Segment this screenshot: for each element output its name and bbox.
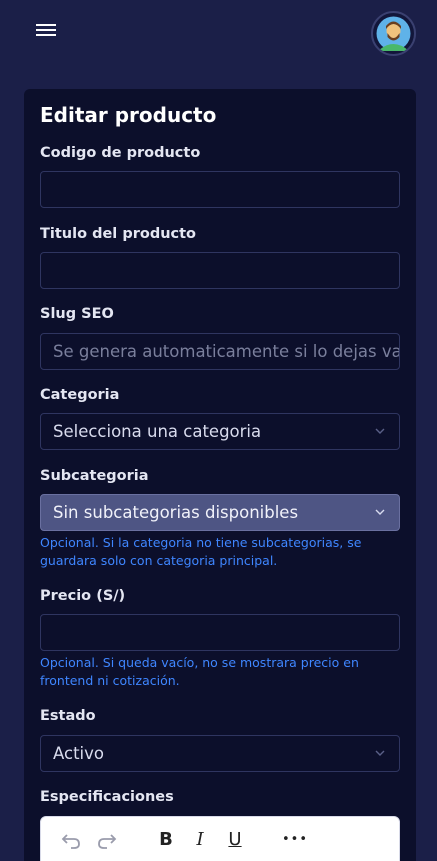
bold-button[interactable]: B xyxy=(155,829,177,851)
edit-product-card: Editar producto Codigo de producto Titul… xyxy=(24,89,416,861)
specifications-label: Especificaciones xyxy=(40,789,174,805)
hamburger-menu-icon[interactable] xyxy=(36,24,56,40)
status-label: Estado xyxy=(40,708,96,724)
price-label: Precio (S/) xyxy=(40,588,126,604)
underline-button[interactable]: U xyxy=(224,829,246,851)
page-title: Editar producto xyxy=(40,103,217,127)
subcategory-label: Subcategoria xyxy=(40,468,149,484)
specifications-editor[interactable]: B I U ••• xyxy=(40,816,400,861)
subcategory-help-text: Opcional. Si la categoria no tiene subca… xyxy=(40,535,362,568)
category-label: Categoria xyxy=(40,387,120,403)
avatar-icon xyxy=(376,16,411,51)
status-select[interactable]: Activo xyxy=(40,735,400,772)
user-avatar[interactable] xyxy=(371,11,416,56)
undo-icon[interactable] xyxy=(60,829,82,851)
redo-icon[interactable] xyxy=(96,829,118,851)
chevron-down-icon xyxy=(375,750,385,756)
more-options-button[interactable]: ••• xyxy=(281,829,309,851)
price-input[interactable] xyxy=(40,614,400,651)
slug-input[interactable]: Se genera automaticamente si lo dejas va… xyxy=(40,333,400,370)
title-input[interactable] xyxy=(40,252,400,289)
code-label: Codigo de producto xyxy=(40,145,201,161)
top-bar xyxy=(0,0,437,64)
subcategory-select-value: Sin subcategorias disponibles xyxy=(53,503,299,522)
chevron-down-icon xyxy=(375,428,385,434)
subcategory-select[interactable]: Sin subcategorias disponibles xyxy=(40,494,400,531)
chevron-down-icon xyxy=(375,509,385,515)
title-label: Titulo del producto xyxy=(40,226,197,242)
price-help-text: Opcional. Si queda vacío, no se mostrara… xyxy=(40,655,359,688)
code-input[interactable] xyxy=(40,171,400,208)
category-select-value: Selecciona una categoria xyxy=(53,422,262,441)
category-select[interactable]: Selecciona una categoria xyxy=(40,413,400,450)
italic-button[interactable]: I xyxy=(189,829,211,851)
status-select-value: Activo xyxy=(53,744,104,763)
slug-label: Slug SEO xyxy=(40,306,114,322)
